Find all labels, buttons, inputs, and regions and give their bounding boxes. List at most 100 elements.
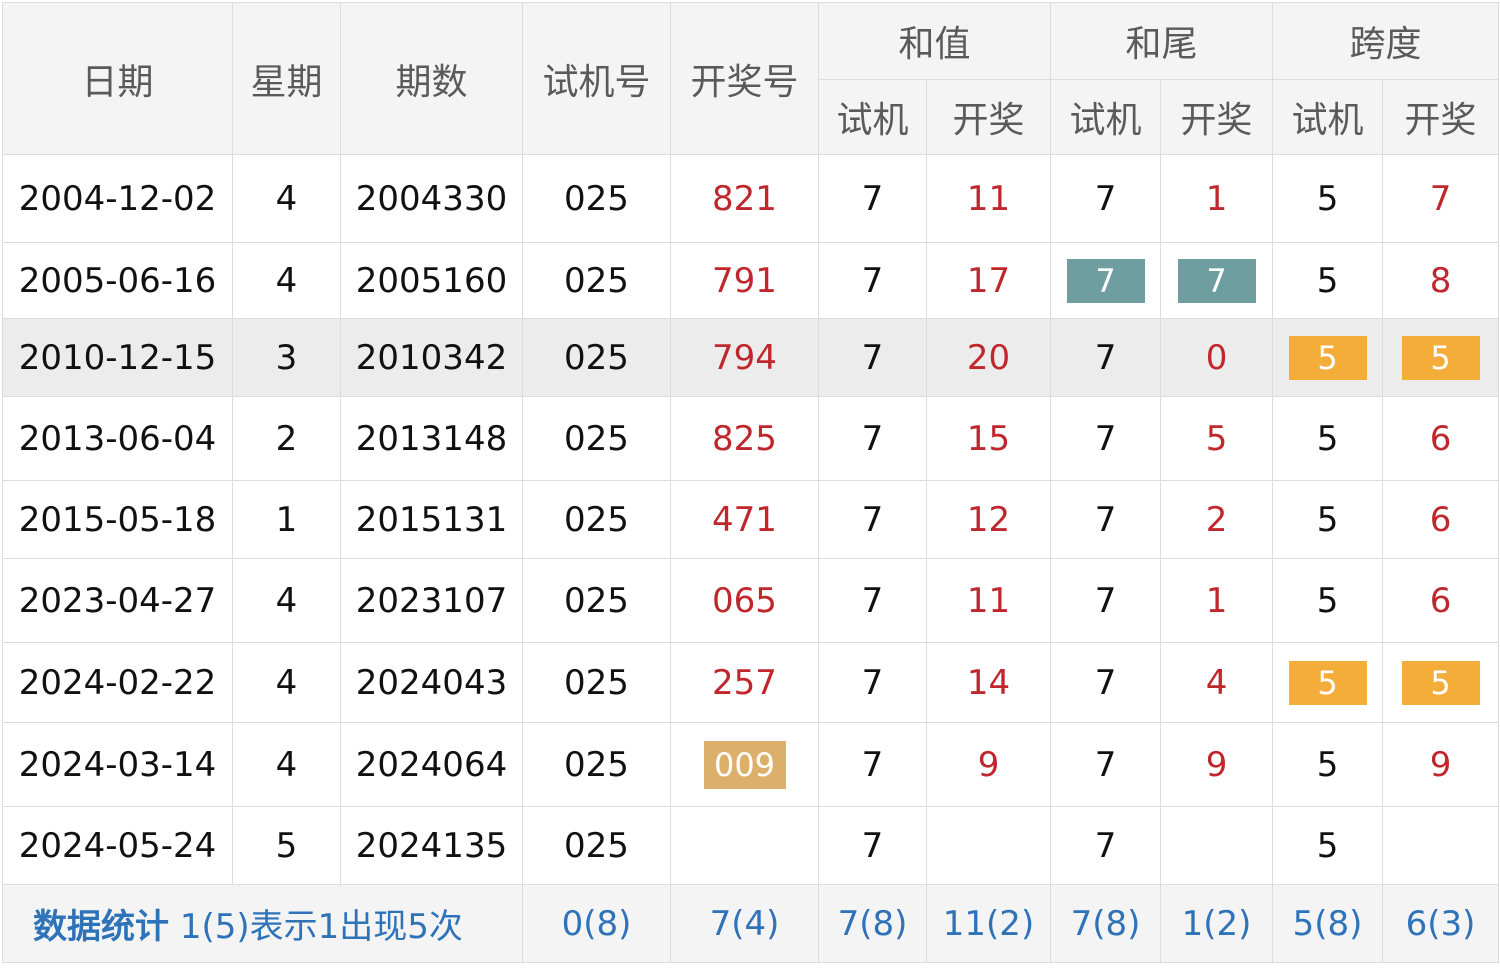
cell-issue: 2024135 <box>340 806 523 885</box>
cell-draw: 821 <box>670 154 819 243</box>
cell-tail-trial: 7 <box>1050 318 1162 397</box>
cell-weekday: 4 <box>232 722 341 807</box>
header-date: 日期 <box>2 2 233 155</box>
cell-tail-trial: 7 <box>1050 558 1162 643</box>
header-sum-trial: 试机 <box>818 79 927 155</box>
cell-tail-draw: 2 <box>1160 480 1274 559</box>
cell-tail-draw: 7 <box>1160 242 1274 319</box>
cell-draw: 257 <box>670 642 819 723</box>
cell-span-draw <box>1382 806 1500 885</box>
cell-trial: 025 <box>522 318 671 397</box>
cell-tail-trial: 7 <box>1050 154 1162 243</box>
header-tail-group: 和尾 <box>1050 2 1274 80</box>
header-tail-trial: 试机 <box>1050 79 1162 155</box>
match-badge: 009 <box>703 740 786 789</box>
table-header: 日期 星期 期数 试机号 开奖号 和值 和尾 跨度 试机 开奖 试机 开奖 试机… <box>2 2 1500 155</box>
cell-sum-draw: 11 <box>925 154 1052 243</box>
match-badge: 7 <box>1177 258 1256 303</box>
match-badge: 5 <box>1401 335 1480 380</box>
table-row: 2024-02-22 4 2024043 025 257 7 14 7 4 5 … <box>2 642 1500 723</box>
cell-weekday: 4 <box>232 154 341 243</box>
cell-trial: 025 <box>522 642 671 723</box>
cell-sum-draw: 14 <box>925 642 1052 723</box>
header-span-trial: 试机 <box>1272 79 1384 155</box>
table-row: 2010-12-15 3 2010342 025 794 7 20 7 0 5 … <box>2 318 1500 397</box>
header-draw-number: 开奖号 <box>670 2 819 155</box>
stats-row: 数据统计 1(5)表示1出现5次 0(8) 7(4) 7(8) 11(2) 7(… <box>2 884 1500 963</box>
stats-label: 数据统计 <box>33 907 169 947</box>
cell-span-draw: 9 <box>1382 722 1500 807</box>
cell-sum-trial: 7 <box>818 396 927 481</box>
cell-sum-trial: 7 <box>818 722 927 807</box>
cell-span-draw: 7 <box>1382 154 1500 243</box>
table-row: 2005-06-16 4 2005160 025 791 7 17 7 7 5 … <box>2 242 1500 319</box>
cell-trial: 025 <box>522 558 671 643</box>
cell-span-trial: 5 <box>1272 558 1384 643</box>
cell-tail-draw: 5 <box>1160 396 1274 481</box>
table-row: 2023-04-27 4 2023107 025 065 7 11 7 1 5 … <box>2 558 1500 643</box>
cell-tail-trial: 7 <box>1050 806 1162 885</box>
cell-span-trial: 5 <box>1272 806 1384 885</box>
cell-draw: 471 <box>670 480 819 559</box>
cell-sum-trial: 7 <box>818 806 927 885</box>
cell-span-trial: 5 <box>1272 396 1384 481</box>
stat-draw: 7(4) <box>670 884 819 963</box>
stat-tail-trial: 7(8) <box>1050 884 1162 963</box>
stats-note: 1(5)表示1出现5次 <box>179 907 463 947</box>
cell-trial: 025 <box>522 242 671 319</box>
cell-tail-draw: 1 <box>1160 558 1274 643</box>
cell-span-trial: 5 <box>1272 242 1384 319</box>
stat-tail-draw: 1(2) <box>1160 884 1274 963</box>
cell-date: 2015-05-18 <box>2 480 233 559</box>
cell-draw: 825 <box>670 396 819 481</box>
cell-span-draw: 6 <box>1382 558 1500 643</box>
cell-date: 2005-06-16 <box>2 242 233 319</box>
cell-tail-draw <box>1160 806 1274 885</box>
cell-draw: 791 <box>670 242 819 319</box>
cell-sum-draw <box>925 806 1052 885</box>
table-row: 2013-06-04 2 2013148 025 825 7 15 7 5 5 … <box>2 396 1500 481</box>
cell-issue: 2004330 <box>340 154 523 243</box>
cell-issue: 2013148 <box>340 396 523 481</box>
cell-weekday: 1 <box>232 480 341 559</box>
lottery-trial-table: 日期 星期 期数 试机号 开奖号 和值 和尾 跨度 试机 开奖 试机 开奖 试机… <box>2 2 1500 963</box>
cell-date: 2024-03-14 <box>2 722 233 807</box>
cell-trial: 025 <box>522 154 671 243</box>
match-badge: 5 <box>1401 660 1480 705</box>
cell-span-draw: 6 <box>1382 480 1500 559</box>
cell-tail-trial: 7 <box>1050 480 1162 559</box>
stat-sum-draw: 11(2) <box>925 884 1052 963</box>
header-trial-number: 试机号 <box>522 2 671 155</box>
stat-span-draw: 6(3) <box>1382 884 1500 963</box>
cell-weekday: 4 <box>232 558 341 643</box>
cell-tail-draw: 9 <box>1160 722 1274 807</box>
cell-sum-draw: 15 <box>925 396 1052 481</box>
cell-trial: 025 <box>522 480 671 559</box>
match-badge: 5 <box>1288 660 1367 705</box>
cell-span-trial: 5 <box>1272 154 1384 243</box>
cell-trial: 025 <box>522 806 671 885</box>
table-body: 2004-12-02 4 2004330 025 821 7 11 7 1 5 … <box>2 154 1500 885</box>
cell-weekday: 4 <box>232 242 341 319</box>
header-span-group: 跨度 <box>1272 2 1500 80</box>
cell-issue: 2015131 <box>340 480 523 559</box>
cell-issue: 2005160 <box>340 242 523 319</box>
cell-tail-trial: 7 <box>1050 242 1162 319</box>
lottery-trial-table-container: 日期 星期 期数 试机号 开奖号 和值 和尾 跨度 试机 开奖 试机 开奖 试机… <box>2 2 1500 963</box>
cell-tail-draw: 0 <box>1160 318 1274 397</box>
header-issue: 期数 <box>340 2 523 155</box>
stat-trial: 0(8) <box>522 884 671 963</box>
cell-date: 2013-06-04 <box>2 396 233 481</box>
header-weekday: 星期 <box>232 2 341 155</box>
cell-sum-draw: 20 <box>925 318 1052 397</box>
cell-sum-trial: 7 <box>818 318 927 397</box>
cell-tail-draw: 4 <box>1160 642 1274 723</box>
cell-span-trial: 5 <box>1272 318 1384 397</box>
table-row: 2015-05-18 1 2015131 025 471 7 12 7 2 5 … <box>2 480 1500 559</box>
cell-date: 2024-02-22 <box>2 642 233 723</box>
stat-sum-trial: 7(8) <box>818 884 927 963</box>
cell-tail-trial: 7 <box>1050 642 1162 723</box>
cell-tail-trial: 7 <box>1050 396 1162 481</box>
cell-span-trial: 5 <box>1272 722 1384 807</box>
cell-sum-trial: 7 <box>818 480 927 559</box>
